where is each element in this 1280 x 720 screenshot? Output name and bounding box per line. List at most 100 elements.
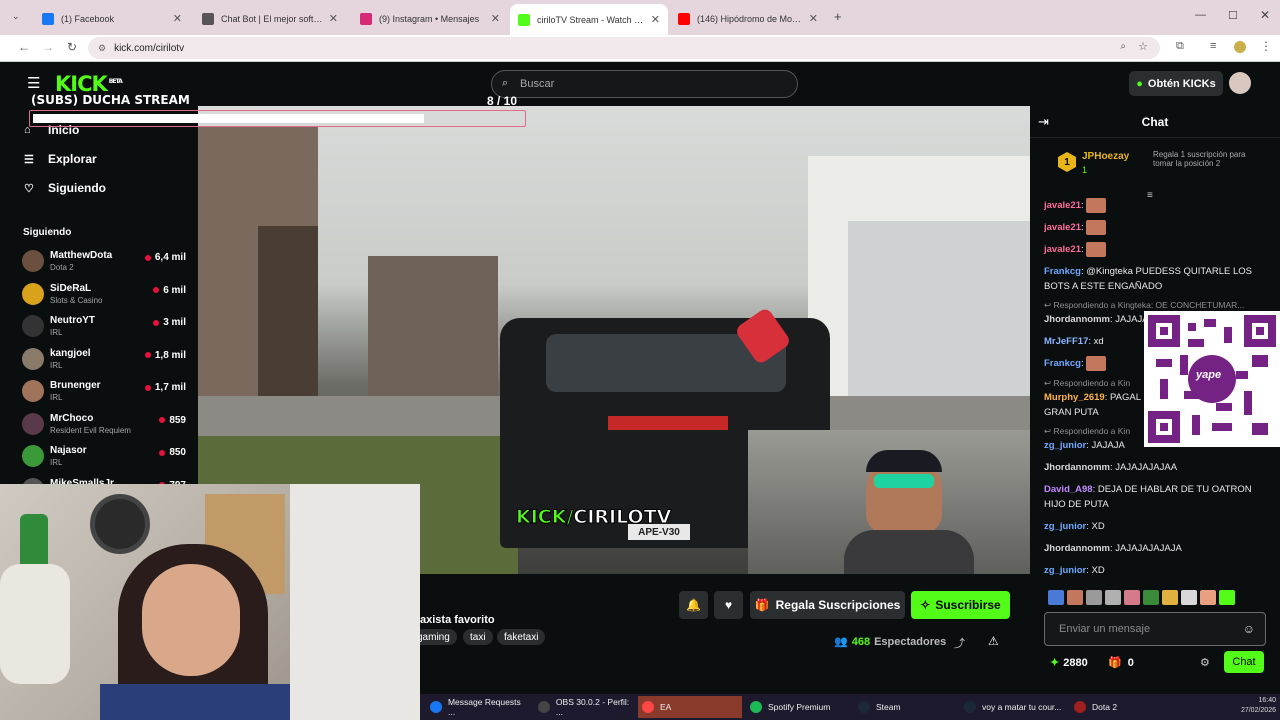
chat-username[interactable]: Murphy_2619: [1044, 392, 1105, 403]
chat-message-input[interactable]: Enviar un mensaje ☺: [1044, 612, 1266, 646]
taskbar-app[interactable]: EA: [638, 696, 742, 718]
forward-icon[interactable]: →: [42, 40, 54, 54]
chat-username[interactable]: Jhordannomm: [1044, 314, 1110, 325]
chat-username[interactable]: zg_junior: [1044, 565, 1086, 576]
follow-heart-button[interactable]: ♥: [714, 591, 743, 619]
media-control-icon[interactable]: ≡: [1210, 40, 1216, 52]
reply-indicator[interactable]: ↩ Respondiendo a Kin: [1044, 426, 1130, 437]
extensions-icon[interactable]: ⧉: [1176, 40, 1184, 53]
tag-taxi[interactable]: taxi: [463, 629, 493, 645]
gift-counter[interactable]: 🎁 0: [1108, 656, 1134, 670]
tab-close-icon[interactable]: ✕: [491, 12, 500, 25]
sidebar-nav-2[interactable]: ♡ Siguiendo: [24, 181, 106, 195]
taskbar-app[interactable]: Message Requests ...: [426, 696, 530, 718]
pinned-gift-count: 1: [1082, 165, 1088, 175]
search-input[interactable]: ⌕ Buscar: [491, 70, 798, 98]
pinned-username[interactable]: JPHoezay: [1082, 151, 1129, 162]
emote-icon[interactable]: [1067, 590, 1083, 605]
channel-avatar: [22, 315, 44, 337]
app-icon: [1074, 701, 1086, 713]
reply-indicator[interactable]: ↩ Respondiendo a Kingteka: OE CONCHETUMA…: [1044, 300, 1244, 311]
emote-icon[interactable]: [1219, 590, 1235, 605]
followed-channel[interactable]: MrChoco Resident Evil Requiem 859: [22, 410, 186, 440]
profile-avatar[interactable]: [1234, 41, 1246, 53]
followed-channel[interactable]: SiDeRaL Slots & Casino 6 mil: [22, 280, 186, 310]
channel-points[interactable]: ✦ 2880: [1050, 656, 1088, 670]
emote-icon[interactable]: [1200, 590, 1216, 605]
chat-username[interactable]: javale21: [1044, 222, 1081, 233]
taskbar-app[interactable]: voy a matar tu cour...: [960, 696, 1064, 718]
bell-icon: 🔔: [686, 598, 701, 612]
emote-icon[interactable]: [1143, 590, 1159, 605]
viewers-value: 1,7 mil: [154, 382, 186, 393]
notification-bell-button[interactable]: 🔔: [679, 591, 708, 619]
url-field[interactable]: ⚙ kick.com/cirilotv ⌕ ☆: [88, 37, 1160, 59]
system-clock[interactable]: 16:40 27/02/2026: [1238, 696, 1276, 716]
tab-close-icon[interactable]: ✕: [173, 12, 182, 25]
chat-username[interactable]: Frankcg: [1044, 358, 1081, 369]
close-window-icon[interactable]: ✕: [1260, 8, 1270, 22]
chat-send-button[interactable]: Chat: [1224, 651, 1264, 673]
emote-icon[interactable]: [1162, 590, 1178, 605]
gift-subs-button[interactable]: 🎁 Regala Suscripciones: [750, 591, 905, 619]
streamer-top: [100, 684, 290, 720]
emote-icon[interactable]: [1124, 590, 1140, 605]
taskbar-app[interactable]: Dota 2: [1070, 696, 1174, 718]
user-avatar[interactable]: [1229, 72, 1251, 94]
chat-settings-gear-icon[interactable]: ⚙: [1200, 656, 1210, 669]
followed-channel[interactable]: kangjoel IRL 1,8 mil: [22, 345, 186, 375]
followed-channel[interactable]: Brunenger IRL 1,7 mil: [22, 377, 186, 407]
tab-kick-active[interactable]: ciriloTV Stream - Watch Live ✕: [510, 4, 668, 35]
followed-channel[interactable]: Najasor IRL 850: [22, 442, 186, 472]
maximize-icon[interactable]: ☐: [1228, 9, 1238, 22]
chat-username[interactable]: Jhordannomm: [1044, 462, 1110, 473]
emote-icon[interactable]: [1181, 590, 1197, 605]
taskbar-app[interactable]: Spotify Premium: [746, 696, 850, 718]
chat-message: Murphy_2619: PAGAL GRAN PUTA: [1044, 390, 1144, 420]
site-info-icon[interactable]: ⚙: [98, 43, 106, 54]
emote-icon[interactable]: [1086, 590, 1102, 605]
tab-close-icon[interactable]: ✕: [809, 12, 818, 25]
report-warning-icon[interactable]: ⚠: [988, 634, 999, 648]
tab-chatbot[interactable]: Chat Bot | El mejor software pa ✕: [194, 6, 346, 31]
viewers-icon: 👥: [834, 636, 848, 648]
chat-username[interactable]: MrJeFF17: [1044, 336, 1088, 347]
tab-instagram[interactable]: (9) Instagram • Mensajes ✕: [352, 6, 508, 31]
chat-username[interactable]: javale21: [1044, 200, 1081, 211]
new-tab-icon[interactable]: +: [834, 9, 842, 24]
followed-channel[interactable]: MatthewDota Dota 2 6,4 mil: [22, 247, 186, 277]
emote-icon[interactable]: [1048, 590, 1064, 605]
channel-category: IRL: [50, 328, 63, 337]
reply-indicator[interactable]: ↩ Respondiendo a Kin: [1044, 378, 1130, 389]
chat-username[interactable]: David_A98: [1044, 484, 1093, 495]
zoom-icon[interactable]: ⌕: [1120, 41, 1126, 52]
tab-search-icon[interactable]: ⌄: [12, 11, 20, 22]
subscribe-button[interactable]: ✧ Suscribirse: [911, 591, 1010, 619]
tab-close-icon[interactable]: ✕: [651, 13, 660, 26]
chat-username[interactable]: zg_junior: [1044, 521, 1086, 532]
taskbar-app[interactable]: Steam: [854, 696, 958, 718]
chat-username[interactable]: zg_junior: [1044, 440, 1086, 451]
get-kicks-button[interactable]: ● Obtén KICKs: [1129, 71, 1223, 96]
channel-category: IRL: [50, 458, 63, 467]
tag-faketaxi[interactable]: faketaxi: [497, 629, 546, 645]
tab-facebook[interactable]: (1) Facebook ✕: [34, 6, 190, 31]
sidebar-nav-1[interactable]: ☰ Explorar: [24, 152, 97, 166]
followed-channel[interactable]: NeutroYT IRL 3 mil: [22, 312, 186, 342]
browser-menu-icon[interactable]: ⋮: [1260, 39, 1272, 53]
chat-username[interactable]: javale21: [1044, 244, 1081, 255]
emote-icon[interactable]: [1105, 590, 1121, 605]
reload-icon[interactable]: ↻: [67, 40, 77, 54]
emoji-picker-icon[interactable]: ☺: [1243, 622, 1255, 636]
chat-username[interactable]: Frankcg: [1044, 266, 1081, 277]
chat-username[interactable]: Jhordannomm: [1044, 543, 1110, 554]
minimize-icon[interactable]: —: [1195, 9, 1206, 21]
back-icon[interactable]: ←: [18, 40, 30, 54]
tab-close-icon[interactable]: ✕: [329, 12, 338, 25]
taskbar-app[interactable]: OBS 30.0.2 - Perfil: ...: [534, 696, 638, 718]
chat-message: Frankcg: @Kingteka PUEDESS QUITARLE LOS …: [1044, 264, 1274, 294]
bookmark-star-icon[interactable]: ☆: [1138, 40, 1148, 53]
tab-youtube[interactable]: (146) Hipódromo de Monterrico ✕: [670, 6, 826, 31]
share-icon[interactable]: ⤴: [954, 635, 965, 651]
hamburger-menu-icon[interactable]: ☰: [27, 74, 40, 92]
